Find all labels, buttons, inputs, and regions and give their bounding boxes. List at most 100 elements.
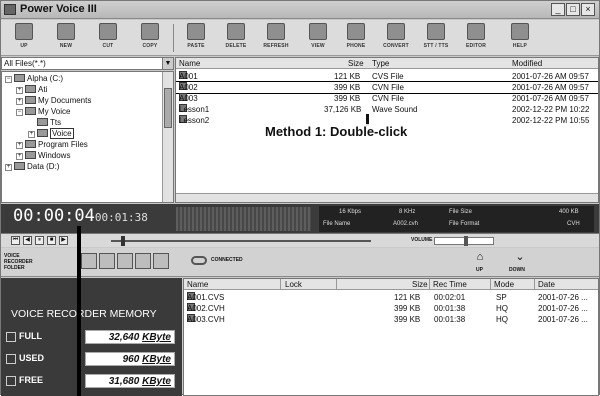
folder-icon bbox=[37, 118, 48, 126]
copy-icon bbox=[141, 23, 159, 40]
tree-item-my-voice[interactable]: − My Voice bbox=[16, 106, 70, 117]
tree-item-ati[interactable]: + Ati bbox=[16, 84, 47, 95]
file-row[interactable]: A001 121 KB CVS File 2001-07-26 AM 09:57 bbox=[176, 71, 598, 82]
recorder-file-row[interactable]: A001.CVS 121 KB 00:02:01 SP 2001-07-26 .… bbox=[184, 292, 598, 303]
editor-icon bbox=[467, 23, 485, 40]
stt-tts-button[interactable]: STT / TTS bbox=[417, 22, 455, 54]
recorder-folder-label: VOICE RECORDER FOLDER bbox=[4, 253, 33, 271]
memory-free-row: FREE 31,680 KByte bbox=[6, 374, 178, 389]
close-button[interactable]: × bbox=[581, 3, 595, 16]
time-display: 00:00:0400:01:38 bbox=[13, 206, 148, 226]
file-format: CVH bbox=[567, 221, 580, 227]
column-header-modified[interactable]: Modified bbox=[512, 58, 542, 69]
used-label: USED bbox=[19, 353, 45, 363]
seek-handle[interactable] bbox=[121, 236, 125, 246]
free-label: FREE bbox=[19, 375, 44, 385]
tree-item-voice[interactable]: + Voice bbox=[28, 128, 74, 139]
volume-handle[interactable] bbox=[464, 236, 468, 246]
delete-button[interactable]: DELETE bbox=[217, 22, 255, 54]
help-icon bbox=[511, 23, 529, 40]
recorder-list-header: Name Lock Size Rec Time Mode Date bbox=[184, 279, 598, 290]
waveform-display bbox=[176, 207, 311, 231]
full-label: FULL bbox=[19, 331, 42, 341]
file-row-selected[interactable]: A002 399 KB CVN File 2001-07-26 AM 09:57 bbox=[176, 81, 598, 94]
recorder-file-row[interactable]: A003.CVH 399 KB 00:01:38 HQ 2001-07-26 .… bbox=[184, 314, 598, 325]
column-header-size[interactable]: Size bbox=[348, 58, 364, 69]
maximize-button[interactable]: □ bbox=[566, 3, 580, 16]
column-header-name[interactable]: Name bbox=[187, 279, 208, 290]
paste-button[interactable]: PASTE bbox=[177, 22, 215, 54]
tree-item-data-d[interactable]: + Data (D:) bbox=[5, 161, 59, 172]
file-filter-value: All Files(*.*) bbox=[4, 59, 46, 68]
column-header-size[interactable]: Size bbox=[412, 279, 428, 290]
column-header-name[interactable]: Name bbox=[179, 58, 200, 69]
delete-icon bbox=[227, 23, 245, 40]
up-icon bbox=[15, 23, 33, 40]
memory-panel: VOICE RECORDER MEMORY FULL 32,640 KByte … bbox=[1, 278, 182, 396]
view-icon bbox=[309, 23, 327, 40]
minimize-button[interactable]: _ bbox=[551, 3, 565, 16]
chevron-down-icon[interactable]: ▼ bbox=[162, 58, 173, 69]
view-button[interactable]: VIEW bbox=[299, 22, 337, 54]
editor-button[interactable]: EDITOR bbox=[457, 22, 495, 54]
tree-item-program-files[interactable]: + Program Files bbox=[16, 139, 88, 150]
playback-controls: ⏮ ◀ ⏸ ■ ▶ VOLUME bbox=[1, 233, 599, 247]
full-value-box: 32,640 KByte bbox=[85, 330, 175, 344]
file-list-hscrollbar[interactable] bbox=[176, 193, 598, 202]
full-indicator bbox=[6, 332, 16, 342]
tree-item-tts[interactable]: Tts bbox=[37, 117, 61, 128]
pause-button[interactable]: ⏸ bbox=[35, 236, 44, 245]
total-time: 00:01:38 bbox=[94, 211, 148, 224]
recorder-file-row[interactable]: A002.CVH 399 KB 00:01:38 HQ 2001-07-26 .… bbox=[184, 303, 598, 314]
file-size: 400 KB bbox=[559, 209, 579, 215]
folder-tree: − Alpha (C:) + Ati + My Documents − My Voice… bbox=[1, 71, 174, 203]
column-header-rec-time[interactable]: Rec Time bbox=[433, 279, 467, 290]
play-button[interactable]: ▶ bbox=[59, 236, 68, 245]
upload-arrow-icon[interactable]: ⌂ bbox=[473, 252, 487, 263]
phone-button[interactable]: PHONE bbox=[337, 22, 375, 54]
new-folder-icon bbox=[57, 23, 75, 40]
copy-button[interactable]: COPY bbox=[131, 22, 169, 54]
refresh-icon bbox=[267, 23, 285, 40]
recorder-folder-c-button[interactable] bbox=[117, 253, 133, 269]
tree-item-my-documents[interactable]: + My Documents bbox=[16, 95, 91, 106]
folder-icon bbox=[25, 96, 36, 104]
stop-button[interactable]: ■ bbox=[47, 236, 56, 245]
file-row[interactable]: Lesson1 37,126 KB Wave Sound 2002-12-22 … bbox=[176, 104, 598, 115]
file-filter-select[interactable]: All Files(*.*) ▼ bbox=[1, 57, 174, 70]
column-header-type[interactable]: Type bbox=[372, 58, 389, 69]
new-button[interactable]: NEW bbox=[47, 22, 85, 54]
upload-label[interactable]: UP bbox=[476, 267, 483, 273]
recorder-folder-b-button[interactable] bbox=[99, 253, 115, 269]
seek-bar[interactable] bbox=[111, 240, 371, 242]
recorder-folder-e-button[interactable] bbox=[153, 253, 169, 269]
download-label[interactable]: DOWN bbox=[509, 267, 525, 273]
file-row[interactable]: A003 399 KB CVN File 2001-07-26 AM 09:57 bbox=[176, 93, 598, 104]
previous-button[interactable]: ⏮ bbox=[11, 236, 20, 245]
help-button[interactable]: HELP bbox=[501, 22, 539, 54]
cut-button[interactable]: CUT bbox=[89, 22, 127, 54]
recorder-folder-a-button[interactable] bbox=[81, 253, 97, 269]
rewind-button[interactable]: ◀ bbox=[23, 236, 32, 245]
connected-label: CONNECTED bbox=[211, 257, 243, 263]
volume-slider[interactable] bbox=[434, 236, 494, 246]
up-button[interactable]: UP bbox=[5, 22, 43, 54]
convert-button[interactable]: CONVERT bbox=[377, 22, 415, 54]
column-header-mode[interactable]: Mode bbox=[494, 279, 514, 290]
tree-item-windows[interactable]: + Windows bbox=[16, 150, 70, 161]
tree-scroll-thumb[interactable] bbox=[164, 88, 172, 128]
tree-item-alpha-c[interactable]: − Alpha (C:) bbox=[5, 73, 63, 84]
refresh-button[interactable]: REFRESH bbox=[257, 22, 295, 54]
download-arrow-icon[interactable]: ⌄ bbox=[513, 252, 527, 263]
stt-tts-icon bbox=[427, 23, 445, 40]
app-icon bbox=[4, 4, 16, 15]
recorder-folder-d-button[interactable] bbox=[135, 253, 151, 269]
column-header-date[interactable]: Date bbox=[538, 279, 555, 290]
tree-scrollbar[interactable] bbox=[162, 72, 173, 202]
app-window: Power Voice III _ □ × UP NEW CUT COPY PA… bbox=[0, 0, 600, 396]
column-header-lock[interactable]: Lock bbox=[285, 279, 302, 290]
bitrate: 16 Kbps bbox=[339, 209, 362, 215]
file-list: Name Size Type Modified A001 121 KB CVS … bbox=[175, 57, 599, 203]
folder-icon bbox=[25, 85, 36, 93]
window-title: Power Voice III bbox=[20, 3, 97, 15]
